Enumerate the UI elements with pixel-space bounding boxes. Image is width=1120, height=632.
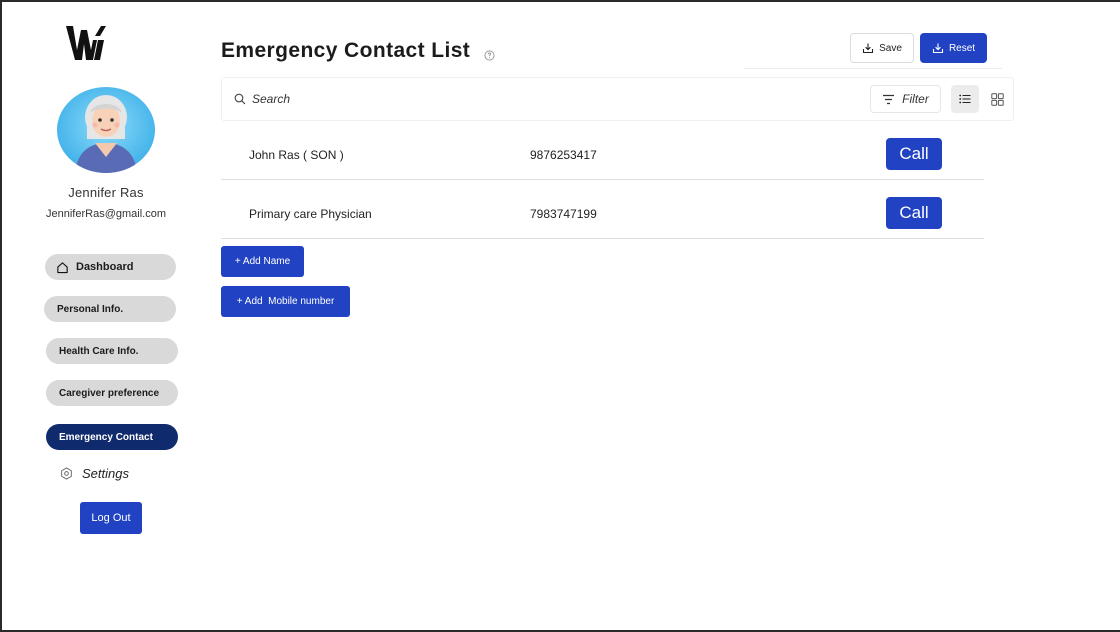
nav-item-dashboard[interactable]: Dashboard [45, 254, 176, 280]
logout-button[interactable]: Log Out [80, 502, 142, 534]
filter-button[interactable]: Filter [870, 85, 941, 113]
filter-icon [883, 94, 895, 104]
nav-item-personal-info[interactable]: Personal Info. [44, 296, 176, 322]
grid-view-button[interactable] [983, 85, 1011, 113]
nav-item-health-care-info[interactable]: Health Care Info. [46, 338, 178, 364]
settings-label: Settings [82, 466, 129, 481]
filter-label: Filter [902, 92, 929, 106]
reset-button[interactable]: Reset [920, 33, 987, 63]
reset-button-label: Reset [948, 42, 976, 54]
search-toolbar: Filter [221, 77, 1014, 121]
add-mobile-number-button[interactable]: + Add Mobile number [221, 286, 350, 317]
home-icon [57, 261, 68, 273]
settings-icon [61, 467, 72, 480]
download-icon [863, 43, 874, 54]
save-button[interactable]: Save [850, 33, 914, 63]
user-name: Jennifer Ras [68, 185, 144, 200]
save-button-label: Save [879, 42, 902, 54]
wi-logo-icon [66, 26, 106, 60]
search-input[interactable] [252, 89, 552, 109]
contact-row: Primary care Physician 7983747199 Call [221, 181, 984, 239]
nav-item-settings[interactable]: Settings [60, 466, 129, 481]
call-button[interactable]: Call [886, 138, 942, 170]
add-name-button[interactable]: + Add Name [221, 246, 304, 277]
elderly-woman-avatar [57, 87, 155, 173]
list-view-button[interactable] [951, 85, 979, 113]
contact-name: Primary care Physician [249, 207, 372, 221]
nav-item-emergency-contact-label: Emergency Contact [59, 431, 153, 443]
header-divider [744, 68, 1002, 69]
app-frame: Jennifer Ras JenniferRas@gmail.com Dashb… [0, 0, 1120, 632]
contact-row: John Ras ( SON ) 9876253417 Call [221, 122, 984, 180]
nav-item-personal-info-label: Personal Info. [57, 303, 124, 315]
call-button[interactable]: Call [886, 197, 942, 229]
nav-item-health-care-info-label: Health Care Info. [59, 345, 139, 357]
nav-item-emergency-contact[interactable]: Emergency Contact [46, 424, 178, 450]
grid-view-icon [990, 92, 1004, 106]
search-icon [234, 93, 246, 105]
contact-phone: 9876253417 [530, 148, 597, 162]
user-email: JenniferRas@gmail.com [46, 208, 166, 220]
nav-item-caregiver-preference-label: Caregiver preference [59, 387, 160, 399]
contact-phone: 7983747199 [530, 207, 597, 221]
nav-item-caregiver-preference[interactable]: Caregiver preference [46, 380, 178, 406]
list-view-icon [959, 94, 971, 104]
page-title: Emergency Contact List [221, 39, 471, 62]
avatar [57, 87, 155, 173]
help-icon[interactable] [484, 50, 495, 61]
download-icon [932, 43, 943, 54]
nav-item-dashboard-label: Dashboard [76, 261, 134, 273]
contact-name: John Ras ( SON ) [249, 148, 344, 162]
